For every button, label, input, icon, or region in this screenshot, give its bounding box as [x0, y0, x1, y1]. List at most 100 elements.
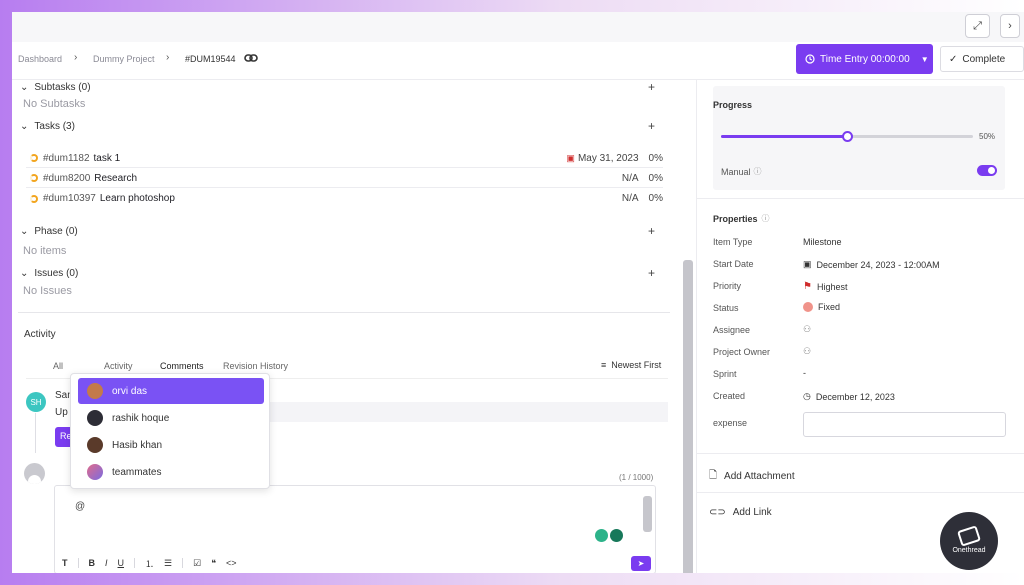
editor-scrollbar[interactable]: [643, 496, 652, 532]
prop-value-item-type[interactable]: Milestone: [803, 237, 842, 247]
breadcrumb-dashboard[interactable]: Dashboard: [18, 54, 62, 64]
task-row[interactable]: #dum10397 Learn photoshop N/A 0%: [26, 189, 663, 208]
send-icon: ➤: [637, 559, 645, 568]
status-circle-icon: [30, 194, 38, 203]
chevron-down-icon: ⌄: [20, 226, 29, 237]
tab-activity[interactable]: Activity: [104, 361, 133, 371]
add-phase-icon[interactable]: +: [648, 224, 655, 238]
task-id: #dum8200: [43, 172, 91, 184]
send-button[interactable]: ➤: [631, 556, 651, 571]
prop-value-start-date[interactable]: ▣ December 24, 2023 - 12:00AM: [803, 259, 940, 270]
tab-all[interactable]: All: [53, 361, 63, 371]
add-task-icon[interactable]: +: [648, 119, 655, 133]
breadcrumb-separator-icon: ›: [166, 52, 170, 63]
prop-label-created: Created: [713, 391, 746, 401]
current-user-avatar: [24, 463, 45, 484]
task-details-panel: ⌄ Subtasks (0) + No Subtasks ⌄ Tasks (3)…: [12, 80, 693, 573]
prop-label-sprint: Sprint: [713, 369, 737, 379]
chevron-right-icon[interactable]: ›: [1000, 14, 1020, 38]
add-attachment-link[interactable]: 🗋 Add Attachment: [709, 468, 795, 485]
chevron-down-icon: ⌄: [20, 268, 29, 279]
task-name: task 1: [93, 152, 121, 164]
add-attachment-label: Add Attachment: [724, 471, 795, 482]
expand-icon[interactable]: ⤢: [965, 14, 990, 38]
mention-dropdown: orvi das rashik hoque Hasib khan teammat…: [70, 373, 270, 489]
underline-icon[interactable]: U: [118, 558, 125, 568]
editor-toolbar: T B I U ⒈ ☰ ☑ ❝ <>: [54, 553, 656, 573]
ordered-list-icon[interactable]: ⒈: [145, 557, 154, 570]
prop-value-assignee[interactable]: ⚇: [803, 324, 811, 335]
properties-panel: Progress 50% Manual ⓘ Properties ⓘ Item …: [696, 80, 1024, 573]
task-date: N/A: [621, 172, 639, 184]
bullet-list-icon[interactable]: ☰: [164, 558, 172, 569]
prop-value-status[interactable]: Fixed: [803, 302, 840, 312]
progress-slider-thumb[interactable]: [842, 131, 853, 142]
comment-body: [252, 402, 668, 422]
divider: [697, 453, 1024, 454]
prop-value-sprint[interactable]: -: [803, 368, 806, 378]
prop-label-expense: expense: [713, 418, 748, 428]
task-row[interactable]: #dum1182 task 1 ▣ May 31, 2023 0%: [26, 149, 663, 168]
italic-icon[interactable]: I: [105, 558, 108, 568]
prop-value-project-owner[interactable]: ⚇: [803, 346, 811, 357]
sort-dropdown[interactable]: ≡ Newest First: [601, 360, 661, 370]
divider: [697, 492, 1024, 493]
mention-name: rashik hoque: [112, 412, 170, 424]
calendar-icon: ▣: [803, 259, 812, 269]
manual-label: Manual ⓘ: [721, 166, 762, 177]
breadcrumb-task-id: #DUM19544: [185, 54, 236, 64]
mention-option[interactable]: orvi das: [78, 378, 264, 404]
mention-option[interactable]: teammates: [78, 459, 264, 485]
thread-line: [35, 413, 36, 453]
panel-scrollbar[interactable]: [683, 260, 693, 573]
char-counter: (1 / 1000): [619, 473, 654, 482]
add-subtask-icon[interactable]: +: [648, 80, 655, 94]
add-issue-icon[interactable]: +: [648, 266, 655, 280]
tab-revision-history[interactable]: Revision History: [223, 361, 288, 371]
grammar-assistant-icon[interactable]: [595, 529, 623, 545]
add-link-link[interactable]: ⊂⊃ Add Link: [709, 507, 772, 518]
time-entry-label: Time Entry 00:00:00: [820, 53, 910, 65]
info-icon: ⓘ: [761, 214, 770, 223]
complete-button[interactable]: ✓ Complete: [940, 46, 1024, 72]
expense-field[interactable]: [803, 412, 1006, 437]
prop-label-status: Status: [713, 303, 739, 313]
breadcrumb-project[interactable]: Dummy Project: [93, 54, 155, 64]
sort-icon: ≡: [601, 360, 607, 370]
editor-text: @: [75, 501, 86, 512]
avatar: [87, 383, 103, 399]
task-row[interactable]: #dum8200 Research N/A 0%: [26, 169, 663, 188]
issues-section-header[interactable]: ⌄ Issues (0): [20, 268, 78, 279]
link-icon[interactable]: [244, 52, 258, 67]
phase-section-header[interactable]: ⌄ Phase (0): [20, 226, 78, 237]
prop-label-project-owner: Project Owner: [713, 347, 771, 357]
tasks-title: Tasks (3): [34, 121, 75, 132]
item-type-value: Milestone: [803, 237, 842, 247]
progress-card: Progress 50% Manual ⓘ: [713, 86, 1005, 190]
progress-slider[interactable]: [721, 131, 973, 142]
window-topbar: ⤢ ›: [12, 12, 1024, 42]
onethread-logo: Onethread: [940, 512, 998, 570]
mention-option[interactable]: rashik hoque: [78, 405, 264, 431]
time-entry-button[interactable]: Time Entry 00:00:00 ▼: [796, 44, 933, 74]
progress-percent: 50%: [979, 132, 996, 141]
add-link-label: Add Link: [732, 507, 772, 518]
prop-label-priority: Priority: [713, 281, 742, 291]
bold-icon[interactable]: B: [89, 558, 96, 568]
tasks-section-header[interactable]: ⌄ Tasks (3): [20, 121, 75, 132]
info-icon: ⓘ: [753, 167, 762, 176]
phase-empty: No items: [23, 245, 67, 257]
text-style-icon[interactable]: T: [62, 558, 68, 568]
code-icon[interactable]: <>: [226, 558, 237, 568]
quote-icon[interactable]: ❝: [211, 558, 216, 569]
checklist-icon[interactable]: ☑: [193, 558, 201, 569]
subtasks-section-header[interactable]: ⌄ Subtasks (0): [20, 82, 91, 93]
prop-value-priority[interactable]: ⚑ Highest: [803, 281, 847, 292]
box-logo-icon: [957, 525, 981, 547]
progress-slider-fill: [721, 135, 847, 138]
divider: [18, 312, 670, 313]
status-dot-icon: [803, 302, 813, 312]
manual-toggle[interactable]: [977, 165, 997, 176]
mention-option[interactable]: Hasib khan: [78, 432, 264, 458]
task-date: N/A: [621, 193, 639, 204]
